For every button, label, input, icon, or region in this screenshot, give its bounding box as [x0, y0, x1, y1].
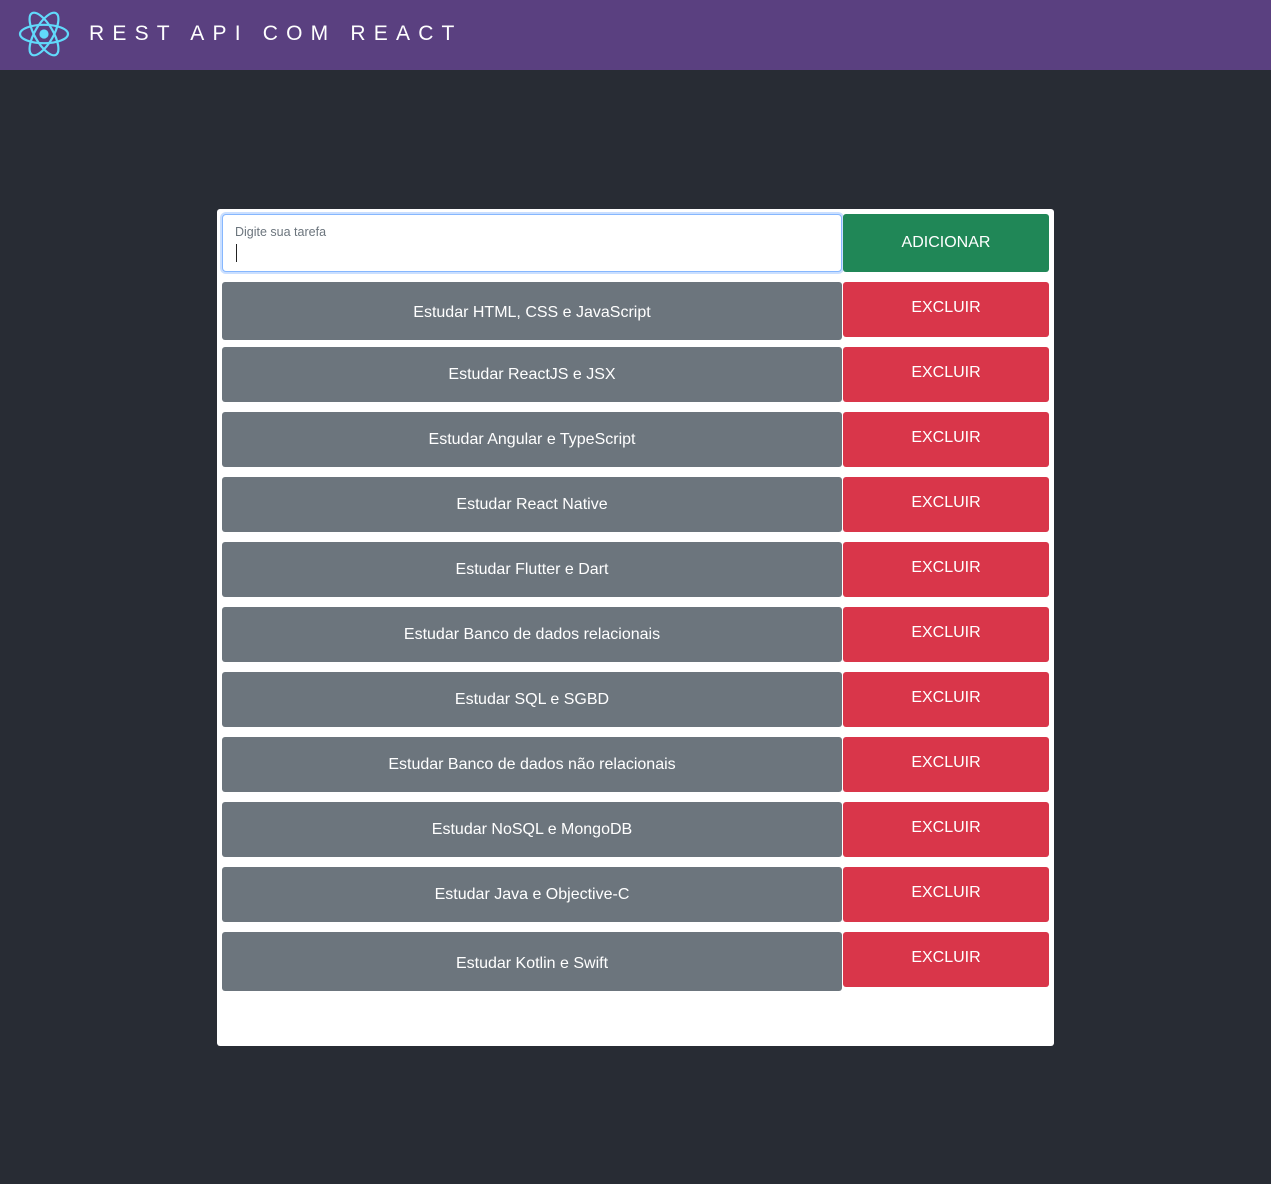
delete-task-button[interactable]: EXCLUIR [843, 477, 1049, 532]
delete-task-button[interactable]: EXCLUIR [843, 672, 1049, 727]
task-title: Estudar HTML, CSS e JavaScript [222, 282, 842, 340]
top-navbar: REST API COM REACT [0, 0, 1271, 70]
delete-task-button[interactable]: EXCLUIR [843, 412, 1049, 467]
task-row: Estudar Banco de dados não relacionais EX… [222, 737, 1049, 792]
task-title: Estudar Flutter e Dart [222, 542, 842, 597]
delete-task-button[interactable]: EXCLUIR [843, 347, 1049, 402]
task-title: Estudar Banco de dados não relacionais [222, 737, 842, 792]
delete-task-button[interactable]: EXCLUIR [843, 607, 1049, 662]
task-row: Estudar HTML, CSS e JavaScript EXCLUIR [222, 282, 1049, 340]
app-title[interactable]: REST API COM REACT [89, 21, 463, 47]
task-row: Estudar Banco de dados relacionais EXCLUI… [222, 607, 1049, 662]
task-title: Estudar SQL e SGBD [222, 672, 842, 727]
task-title: Estudar ReactJS e JSX [222, 347, 842, 402]
task-input-label: Digite sua tarefa [235, 225, 327, 239]
task-title: Estudar React Native [222, 477, 842, 532]
text-caret [236, 244, 237, 262]
task-row: Estudar NoSQL e MongoDB EXCLUIR [222, 802, 1049, 857]
todo-card: Digite sua tarefa ADICIONAR Estudar HTML… [217, 209, 1054, 1046]
task-row: Estudar Java e Objective-C EXCLUIR [222, 867, 1049, 922]
task-row: Estudar Flutter e Dart EXCLUIR [222, 542, 1049, 597]
task-input-field[interactable]: Digite sua tarefa [222, 214, 842, 272]
react-atom-logo-icon[interactable] [18, 11, 70, 57]
task-row: Estudar Angular e TypeScript EXCLUIR [222, 412, 1049, 467]
task-row: Estudar ReactJS e JSX EXCLUIR [222, 347, 1049, 402]
task-input[interactable] [235, 243, 825, 263]
delete-task-button[interactable]: EXCLUIR [843, 282, 1049, 337]
task-row: Estudar Kotlin e Swift EXCLUIR [222, 932, 1049, 991]
delete-task-button[interactable]: EXCLUIR [843, 737, 1049, 792]
task-title: Estudar Kotlin e Swift [222, 932, 842, 991]
delete-task-button[interactable]: EXCLUIR [843, 932, 1049, 987]
delete-task-button[interactable]: EXCLUIR [843, 542, 1049, 597]
task-title: Estudar Banco de dados relacionais [222, 607, 842, 662]
task-title: Estudar Angular e TypeScript [222, 412, 842, 467]
task-title: Estudar NoSQL e MongoDB [222, 802, 842, 857]
task-row: Estudar React Native EXCLUIR [222, 477, 1049, 532]
task-title: Estudar Java e Objective-C [222, 867, 842, 922]
delete-task-button[interactable]: EXCLUIR [843, 802, 1049, 857]
task-row: Estudar SQL e SGBD EXCLUIR [222, 672, 1049, 727]
delete-task-button[interactable]: EXCLUIR [843, 867, 1049, 922]
add-task-button[interactable]: ADICIONAR [843, 214, 1049, 272]
